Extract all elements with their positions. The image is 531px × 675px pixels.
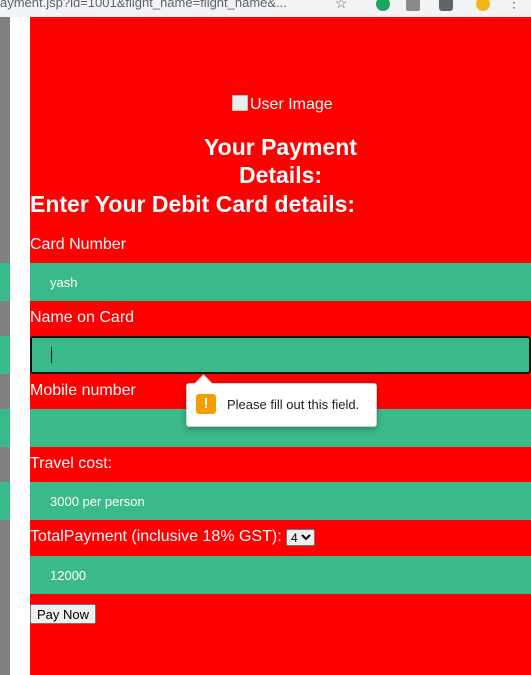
total-payment-label: TotalPayment (inclusive 18% GST): [30, 528, 282, 545]
left-gutter [0, 17, 10, 675]
name-on-card-label: Name on Card [30, 309, 135, 326]
travel-cost-label: Travel cost: [30, 455, 113, 472]
page-margin [10, 17, 30, 675]
validation-tooltip: ! Please fill out this field. [186, 383, 377, 427]
user-image-alt-text: User Image [250, 96, 333, 113]
browser-toolbar: ayment.jsp?id=1001&flight_name=flight_na… [0, 0, 531, 18]
page-title-text: Your Payment Details: [204, 134, 357, 188]
mobile-number-label: Mobile number [30, 382, 136, 399]
payment-page: User Image Your Payment Details: Enter Y… [30, 17, 531, 675]
url-text[interactable]: ayment.jsp?id=1001&flight_name=flight_na… [0, 0, 287, 10]
bookmark-star-icon[interactable]: ☆ [335, 0, 349, 11]
passenger-count-select[interactable]: 4 [286, 529, 315, 546]
browser-menu-icon[interactable]: ⋮ [507, 0, 521, 11]
warning-icon: ! [196, 394, 216, 414]
broken-image-icon [232, 95, 248, 111]
total-payment-field[interactable]: 12000 [30, 556, 531, 594]
page-subtitle: Enter Your Debit Card details: [30, 191, 356, 217]
extension-icon[interactable] [406, 0, 420, 11]
gutter-band [0, 409, 10, 447]
user-image: User Image [232, 95, 333, 114]
text-caret [51, 347, 52, 363]
gutter-band [0, 336, 10, 374]
gutter-band [0, 482, 10, 520]
card-number-input[interactable]: yash [30, 263, 531, 301]
extensions-puzzle-icon[interactable] [439, 0, 453, 11]
gutter-band [0, 263, 10, 301]
name-on-card-input[interactable] [30, 336, 531, 374]
travel-cost-field[interactable]: 3000 per person [30, 482, 531, 520]
page-title: Your Payment Details: [30, 133, 531, 189]
validation-message: Please fill out this field. [227, 397, 360, 412]
extension-grammarly-icon[interactable] [376, 0, 390, 11]
pay-now-button[interactable]: Pay Now [30, 604, 97, 624]
card-number-label: Card Number [30, 236, 127, 253]
profile-avatar-icon[interactable] [476, 0, 490, 11]
